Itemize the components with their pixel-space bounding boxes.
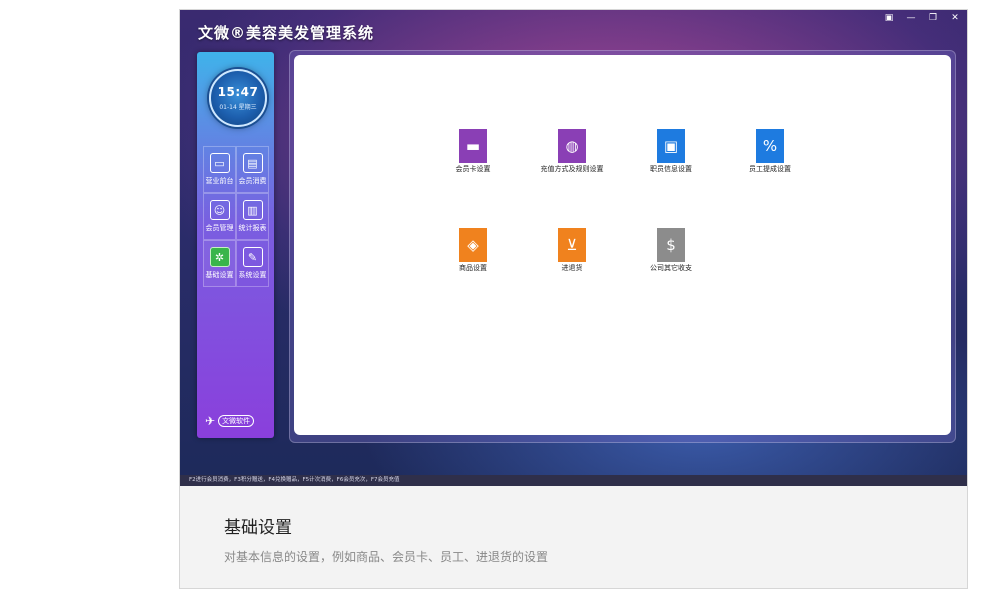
screenshot-frame: 文微®美容美发管理系统 ▣ — ❐ ✕ 15:47 01-14 星期三 ▭ 营业… [179,9,968,589]
contacts-icon: ▣ [657,129,685,163]
brand-logo: ✈ 文微软件 [205,414,255,428]
bar-chart-icon: ▥ [242,200,263,220]
sidebar-nav-grid: ▭ 营业前台 ▤ 会员消费 ☺ 会员管理 ▥ 统计报表 ✲ 基础设置 ✎ 系统设… [203,146,269,287]
tile-commission-settings[interactable]: % 员工提成设置 [730,129,810,174]
tile-stock-in-out[interactable]: ⊻ 进退货 [532,228,612,273]
sidebar-item-label: 统计报表 [238,224,267,232]
status-bar: F2进行会员消费，F3积分赠送，F4兑换赠品，F5计次消费，F6会员充次，F7会… [180,475,967,486]
tile-label: 职员信息设置 [650,165,692,173]
tile-recharge-settings[interactable]: ◍ 充值方式及规则设置 [532,129,612,174]
tile-label: 会员卡设置 [455,165,491,173]
sidebar-item-system-settings[interactable]: ✎ 系统设置 [236,240,269,287]
close-button[interactable]: ✕ [947,12,963,24]
clock-date: 01-14 星期三 [219,104,257,111]
tile-label: 公司其它收支 [650,264,692,272]
caption-description: 对基本信息的设置，例如商品、会员卡、员工、进退货的设置 [224,550,549,564]
title-bar: 文微®美容美发管理系统 ▣ — ❐ ✕ [180,10,967,50]
wrench-icon: ✎ [242,247,263,267]
maximize-button[interactable]: ❐ [925,12,941,24]
tile-label: 商品设置 [459,264,487,272]
tile-staff-info-settings[interactable]: ▣ 职员信息设置 [631,129,711,174]
monitor-icon: ▭ [209,153,230,173]
money-icon: $ [657,228,685,262]
sidebar-item-member-manage[interactable]: ☺ 会员管理 [203,193,236,240]
tile-product-settings[interactable]: ◈ 商品设置 [433,228,513,273]
brand-text: 文微软件 [218,415,255,427]
content-panel: ▬ 会员卡设置 ◍ 充值方式及规则设置 ▣ 职员信息设置 % 员工提成设置 ◈ … [294,55,951,435]
sidebar-item-reports[interactable]: ▥ 统计报表 [236,193,269,240]
tile-member-card-settings[interactable]: ▬ 会员卡设置 [433,129,513,174]
tile-other-income-expense[interactable]: $ 公司其它收支 [631,228,711,273]
members-icon: ☺ [209,200,230,220]
sidebar-item-basic-settings[interactable]: ✲ 基础设置 [203,240,236,287]
sidebar-item-member-consume[interactable]: ▤ 会员消费 [236,146,269,193]
restore-icon[interactable]: ▣ [881,12,897,24]
window-controls: ▣ — ❐ ✕ [881,12,963,24]
clock-time: 15:47 [217,85,259,99]
sidebar: 15:47 01-14 星期三 ▭ 营业前台 ▤ 会员消费 ☺ 会员管理 ▥ 统… [197,52,274,438]
app-title: 文微®美容美发管理系统 [198,24,375,42]
brand-mark-icon: ✈ [205,414,216,428]
percent-icon: % [756,129,784,163]
sidebar-item-label: 系统设置 [238,271,267,279]
minimize-button[interactable]: — [903,12,919,24]
app-window: 文微®美容美发管理系统 ▣ — ❐ ✕ 15:47 01-14 星期三 ▭ 营业… [180,10,967,486]
tile-label: 充值方式及规则设置 [540,165,604,173]
globe-window-icon: ◍ [558,129,586,163]
sidebar-item-label: 会员消费 [238,177,267,185]
tile-label: 进退货 [561,264,583,272]
caption-title: 基础设置 [224,518,292,538]
tile-label: 员工提成设置 [749,165,791,173]
briefcase-icon: ▤ [242,153,263,173]
sidebar-item-front-desk[interactable]: ▭ 营业前台 [203,146,236,193]
card-icon: ▬ [459,129,487,163]
sidebar-item-label: 营业前台 [205,177,234,185]
sidebar-item-label: 会员管理 [205,224,234,232]
sidebar-item-label: 基础设置 [205,271,234,279]
settings-icon: ✲ [209,247,230,267]
cart-icon: ⊻ [558,228,586,262]
clock-widget: 15:47 01-14 星期三 [209,69,267,127]
tag-icon: ◈ [459,228,487,262]
